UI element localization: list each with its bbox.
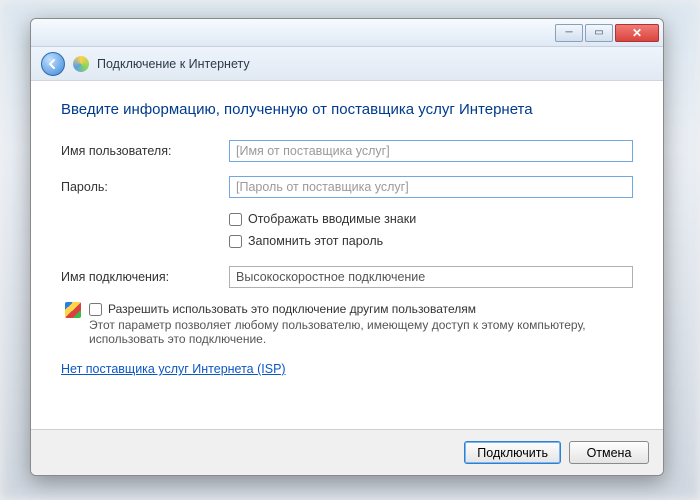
footer-bar: Подключить Отмена: [31, 429, 663, 475]
arrow-left-icon: [47, 58, 59, 70]
show-chars-label: Отображать вводимые знаки: [248, 212, 416, 226]
minimize-button[interactable]: ─: [555, 24, 583, 42]
content-area: Введите информацию, полученную от постав…: [31, 81, 663, 429]
wizard-window: ─ ▭ ✕ Подключение к Интернету Введите ин…: [30, 18, 664, 476]
show-chars-checkbox[interactable]: [229, 213, 242, 226]
maximize-button[interactable]: ▭: [585, 24, 613, 42]
row-show-chars: Отображать вводимые знаки: [229, 212, 633, 226]
remember-label: Запомнить этот пароль: [248, 234, 383, 248]
back-button[interactable]: [41, 52, 65, 76]
row-password: Пароль:: [61, 176, 633, 198]
header-nav: Подключение к Интернету: [31, 47, 663, 81]
share-block: Разрешить использовать это подключение д…: [61, 302, 633, 346]
allow-others-description: Этот параметр позволяет любому пользоват…: [89, 318, 633, 346]
username-input[interactable]: [229, 140, 633, 162]
connect-button[interactable]: Подключить: [464, 441, 561, 464]
row-connection-name: Имя подключения:: [61, 266, 633, 288]
wizard-icon: [73, 56, 89, 72]
no-isp-link[interactable]: Нет поставщика услуг Интернета (ISP): [61, 362, 286, 376]
connection-name-label: Имя подключения:: [61, 270, 229, 284]
password-label: Пароль:: [61, 180, 229, 194]
remember-password-checkbox[interactable]: [229, 235, 242, 248]
connection-name-input[interactable]: [229, 266, 633, 288]
no-isp-row: Нет поставщика услуг Интернета (ISP): [61, 362, 633, 376]
close-button[interactable]: ✕: [615, 24, 659, 42]
titlebar: ─ ▭ ✕: [31, 19, 663, 47]
allow-others-checkbox[interactable]: [89, 303, 102, 316]
page-heading: Введите информацию, полученную от постав…: [61, 101, 633, 118]
window-title: Подключение к Интернету: [97, 57, 250, 71]
username-label: Имя пользователя:: [61, 144, 229, 158]
shield-icon: [65, 302, 81, 318]
password-input[interactable]: [229, 176, 633, 198]
cancel-button[interactable]: Отмена: [569, 441, 649, 464]
row-username: Имя пользователя:: [61, 140, 633, 162]
allow-others-label: Разрешить использовать это подключение д…: [108, 302, 476, 316]
row-remember: Запомнить этот пароль: [229, 234, 633, 248]
